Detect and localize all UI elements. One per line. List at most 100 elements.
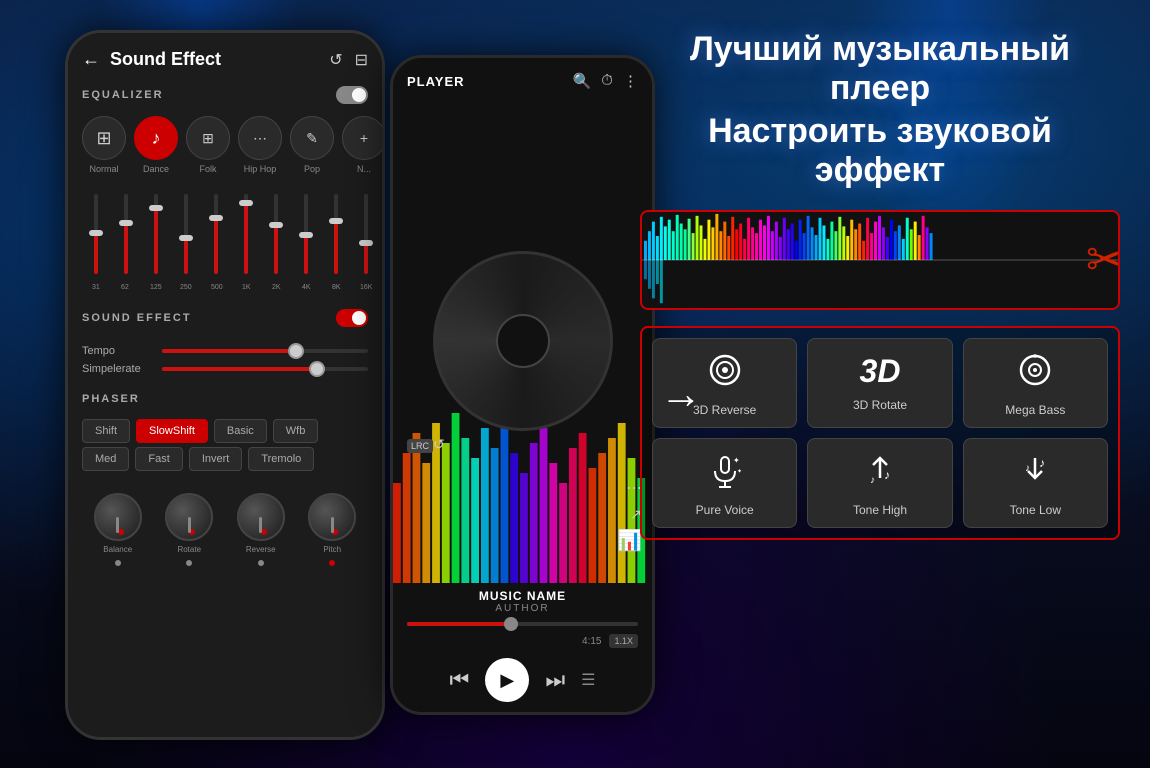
mode-icon[interactable]: ↺ <box>433 436 445 453</box>
player-title: PLAYER <box>407 74 465 89</box>
preset-more-label: N... <box>357 164 371 174</box>
phaser-invert[interactable]: Invert <box>189 447 243 471</box>
progress-fill <box>407 622 511 626</box>
preset-dance[interactable]: ♪ Dance <box>134 116 178 174</box>
tone-high-icon: ♪ ♪ <box>860 453 900 495</box>
effect-pure-voice[interactable]: ✦ ✦ Pure Voice <box>652 438 797 528</box>
phaser-med[interactable]: Med <box>82 447 129 471</box>
tempo-thumb <box>288 343 304 359</box>
speed-badge[interactable]: 1.1X <box>609 634 638 648</box>
preset-pop[interactable]: ✎ Pop <box>290 116 334 174</box>
refresh-icon[interactable]: ↺ <box>329 50 342 70</box>
player-header-icons: 🔍 ⏱ ⋮ <box>573 72 638 90</box>
reverse-dot <box>258 560 264 566</box>
effect-tone-low[interactable]: ♪ ♪ Tone Low <box>963 438 1108 528</box>
simpelerate-label: Simpelerate <box>82 363 162 375</box>
play-button[interactable]: ▶ <box>485 658 529 702</box>
pitch-knob[interactable] <box>308 493 356 541</box>
svg-text:2K: 2K <box>272 284 281 291</box>
svg-text:62: 62 <box>121 284 129 291</box>
visualizer-icon[interactable]: 📊 <box>617 528 642 553</box>
svg-text:♪: ♪ <box>884 468 890 482</box>
svg-text:31: 31 <box>92 284 100 291</box>
preset-row: ⊞ Normal ♪ Dance ⊞ Folk ⋯ Hip Hop ✎ Pop … <box>68 110 382 180</box>
playlist-button[interactable]: ☰ <box>581 670 595 690</box>
svg-text:♪: ♪ <box>1039 456 1045 470</box>
phaser-slowshift[interactable]: SlowShift <box>136 419 208 443</box>
effect-mega-bass[interactable]: Mega Bass <box>963 338 1108 428</box>
3d-reverse-label: 3D Reverse <box>693 403 756 417</box>
lrc-badge[interactable]: LRC <box>407 439 433 453</box>
svg-text:500: 500 <box>211 284 223 291</box>
preset-hiphop-label: Hip Hop <box>244 164 277 174</box>
rotate-dot <box>186 560 192 566</box>
svg-text:16K: 16K <box>360 284 373 291</box>
tone-high-label: Tone High <box>853 503 907 517</box>
equalizer-toggle[interactable] <box>336 86 368 104</box>
simpelerate-slider[interactable] <box>162 367 368 371</box>
russian-headline: Лучший музыкальный плеер Настроить звуко… <box>640 30 1120 190</box>
vinyl-area: LRC ↺ 📊 ⋯ ↗ <box>393 98 652 583</box>
svg-text:8K: 8K <box>332 284 341 291</box>
effect-tone-high[interactable]: ♪ ♪ Tone High <box>807 438 952 528</box>
pitch-dot <box>329 560 335 566</box>
controls-row: ⏮ ▶ ⏭ ☰ <box>407 654 638 706</box>
waveform-container: ✂ <box>640 210 1120 310</box>
reverse-knob[interactable] <box>237 493 285 541</box>
tempo-fill <box>162 349 296 353</box>
preset-normal-circle: ⊞ <box>82 116 126 160</box>
phaser-basic[interactable]: Basic <box>214 419 267 443</box>
headline-line1: Лучший музыкальный плеер <box>640 30 1120 108</box>
timer-icon[interactable]: ⏱ <box>601 72 613 90</box>
svg-text:✦: ✦ <box>737 468 742 475</box>
effect-3d-rotate[interactable]: 3D 3D Rotate <box>807 338 952 428</box>
phaser-shift[interactable]: Shift <box>82 419 130 443</box>
3d-rotate-icon: 3D <box>860 353 901 390</box>
equalizer-section-header: EQUALIZER <box>68 80 382 110</box>
eq-sliders-container: 31 62 125 250 500 1K 2K 4K 8K 16K <box>68 180 382 299</box>
knob-pitch: Pitch <box>308 493 356 566</box>
svg-text:✦: ✦ <box>733 456 740 465</box>
rotate-knob[interactable] <box>165 493 213 541</box>
preset-hiphop[interactable]: ⋯ Hip Hop <box>238 116 282 174</box>
phaser-section: Shift SlowShift Basic Wfb Med Fast Inver… <box>68 411 382 479</box>
header-icons: ↺ ⊟ <box>329 50 368 70</box>
sound-effect-toggle[interactable] <box>336 309 368 327</box>
balance-knob[interactable] <box>94 493 142 541</box>
next-button[interactable]: ⏭ <box>545 667 565 693</box>
3d-reverse-icon <box>705 353 745 395</box>
preset-normal[interactable]: ⊞ Normal <box>82 116 126 174</box>
vinyl-disc <box>433 251 613 431</box>
track-author: AUTHOR <box>407 603 638 614</box>
phaser-wfb[interactable]: Wfb <box>273 419 319 443</box>
headline-line2: Настроить звуковой эффект <box>640 112 1120 190</box>
save-icon[interactable]: ⊟ <box>355 50 368 70</box>
pure-voice-label: Pure Voice <box>696 503 754 517</box>
pitch-label: Pitch <box>323 545 341 554</box>
current-time: 4:15 <box>582 636 601 647</box>
prev-button[interactable]: ⏮ <box>450 667 470 693</box>
search-icon[interactable]: 🔍 <box>573 72 592 90</box>
eq-sliders-svg: 31 62 125 250 500 1K 2K 4K 8K 16K <box>82 184 374 294</box>
preset-folk[interactable]: ⊞ Folk <box>186 116 230 174</box>
more-icon[interactable]: ⋮ <box>623 72 638 90</box>
phone-left-header: ← Sound Effect ↺ ⊟ <box>68 33 382 80</box>
tempo-slider[interactable] <box>162 349 368 353</box>
preset-more[interactable]: + N... <box>342 116 382 174</box>
page-title: Sound Effect <box>110 49 329 70</box>
preset-folk-circle: ⊞ <box>186 116 230 160</box>
simpelerate-thumb <box>309 361 325 377</box>
phaser-tremolo[interactable]: Tremolo <box>248 447 314 471</box>
equalizer-label: EQUALIZER <box>82 89 164 101</box>
effects-grid: 3D Reverse 3D 3D Rotate Mega Bass <box>640 326 1120 540</box>
preset-hiphop-circle: ⋯ <box>238 116 282 160</box>
progress-thumb <box>504 617 518 631</box>
progress-bar[interactable] <box>407 622 638 626</box>
waveform-svg <box>642 212 1118 308</box>
preset-folk-label: Folk <box>199 164 216 174</box>
knobs-row: Balance Rotate Reverse <box>68 483 382 572</box>
phaser-fast[interactable]: Fast <box>135 447 182 471</box>
back-button[interactable]: ← <box>82 49 100 70</box>
pure-voice-icon: ✦ ✦ <box>705 453 745 495</box>
balance-label: Balance <box>103 545 132 554</box>
